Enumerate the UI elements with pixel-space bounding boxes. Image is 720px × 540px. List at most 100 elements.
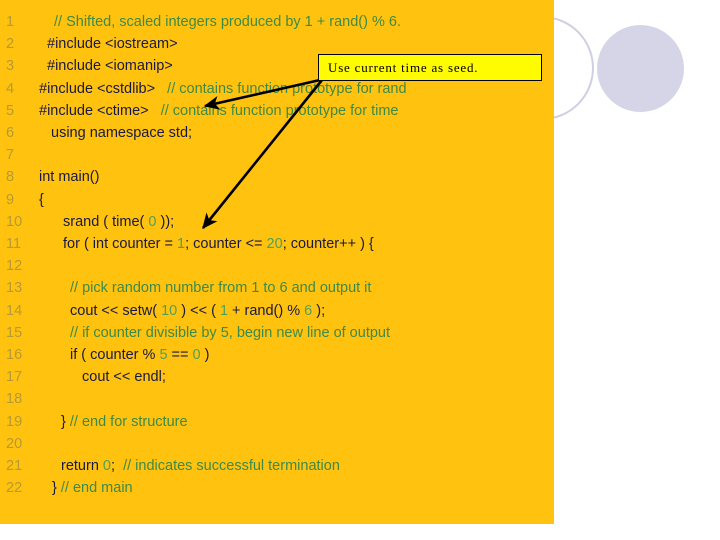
code-segment-code: ) <box>200 347 210 363</box>
code-line-text: // if counter divisible by 5, begin new … <box>70 322 390 344</box>
slide-canvas: 1 // Shifted, scaled integers produced by… <box>0 0 720 540</box>
line-number: 2 <box>6 36 15 53</box>
code-segment-cmt: // end for structure <box>69 413 188 430</box>
line-number: 5 <box>6 102 15 119</box>
code-line-text: for ( int counter = 1; counter <= 20; co… <box>63 233 374 255</box>
line-number: 15 <box>6 324 23 341</box>
code-segment-num: 1 <box>219 302 229 319</box>
code-line-text: cout << endl; <box>82 366 166 388</box>
line-number: 21 <box>6 458 23 474</box>
code-segment-code: { <box>39 191 44 208</box>
code-line: 5 #include <ctime> // contains function p… <box>0 100 554 122</box>
code-segment-cmt: // end main <box>60 480 133 497</box>
decorative-circle-filled <box>597 25 684 112</box>
code-segment-code: #include <cstdlib> <box>39 80 168 97</box>
code-segment-code: #include <ctime> <box>39 102 161 119</box>
code-segment-code: ; counter++ ) { <box>282 236 374 252</box>
code-segment-code: #include <iostream> <box>47 36 178 53</box>
code-line: 9{ <box>0 189 554 211</box>
code-line-text: #include <iostream> <box>47 33 178 55</box>
code-segment-num: 0 <box>148 213 157 230</box>
code-line: 2 #include <iostream> <box>0 33 554 55</box>
line-number: 14 <box>6 302 23 319</box>
code-segment-cmt: // contains function prototype for time <box>160 102 399 119</box>
code-segment-code: int main() <box>39 169 100 186</box>
line-number: 3 <box>6 58 15 75</box>
code-segment-code: cout << endl; <box>82 369 166 386</box>
code-segment-code: + rand() % <box>228 302 305 319</box>
code-line: 8 int main() <box>0 166 554 188</box>
line-number: 6 <box>6 125 15 141</box>
code-segment-num: 0 <box>102 458 111 474</box>
code-segment-num: 1 <box>177 236 186 252</box>
code-line: 21 return 0; // indicates successful term… <box>0 455 554 477</box>
code-line: 20 <box>0 433 554 455</box>
code-line: 19} // end for structure <box>0 411 554 433</box>
code-line: 6 using namespace std; <box>0 122 554 144</box>
line-number: 4 <box>6 80 15 97</box>
code-segment-code: )); <box>156 213 175 230</box>
line-number: 13 <box>6 280 23 297</box>
code-segment-code: return <box>61 458 103 474</box>
code-line-text: // Shifted, scaled integers produced by … <box>54 11 401 33</box>
code-line: 17 cout << endl; <box>0 366 554 388</box>
code-line-text: #include <iomanip> <box>47 55 173 77</box>
line-number: 12 <box>6 258 23 275</box>
code-segment-code: if ( counter % <box>70 347 160 363</box>
line-number: 22 <box>6 480 23 497</box>
callout-box[interactable]: Use current time as seed. <box>318 54 542 81</box>
code-segment-cmt: // contains function prototype for rand <box>167 80 407 97</box>
line-number: 20 <box>6 435 23 452</box>
code-segment-code: } <box>52 480 61 497</box>
code-line: 15 // if counter divisible by 5, begin ne… <box>0 322 554 344</box>
code-line: 18 <box>0 388 554 410</box>
code-segment-num: 10 <box>161 302 178 319</box>
code-segment-code: ) << ( <box>177 302 220 319</box>
line-number: 7 <box>6 147 15 164</box>
line-number: 11 <box>6 236 22 252</box>
code-line-text: #include <ctime> // contains function pr… <box>39 100 398 122</box>
code-segment-cmt: // pick random number from 1 to 6 and ou… <box>70 280 372 297</box>
line-number: 9 <box>6 191 15 208</box>
code-line: 1 // Shifted, scaled integers produced by… <box>0 11 554 33</box>
code-line-text: return 0; // indicates successful termin… <box>61 455 340 477</box>
code-line-text: using namespace std; <box>51 122 192 144</box>
line-number: 19 <box>6 413 23 430</box>
code-segment-code: srand ( time( <box>63 213 149 230</box>
code-line-text: { <box>39 189 44 211</box>
code-segment-num: 20 <box>266 236 283 252</box>
code-segment-code: } <box>61 413 70 430</box>
line-number: 1 <box>6 14 15 30</box>
callout-label: Use current time as seed. <box>328 59 479 75</box>
code-segment-code: == <box>167 347 193 363</box>
code-line-text: } // end for structure <box>61 411 188 433</box>
code-segment-code: ); <box>312 302 326 319</box>
code-line: 12 <box>0 255 554 277</box>
code-segment-code: #include <iomanip> <box>47 58 173 75</box>
code-segment-code: using namespace std; <box>51 125 193 141</box>
code-line: 11 for ( int counter = 1; counter <= 20; … <box>0 233 554 255</box>
code-segment-cmt: // if counter divisible by 5, begin new … <box>70 324 390 341</box>
code-line: 22} // end main <box>0 477 554 499</box>
code-segment-code: for ( int counter = <box>63 236 178 252</box>
code-line: 10 srand ( time( 0 )); <box>0 211 554 233</box>
code-line-text: } // end main <box>52 477 133 499</box>
line-number: 16 <box>6 347 23 363</box>
code-segment-code: ; counter <= <box>185 236 267 252</box>
code-line: 14 cout << setw( 10 ) << ( 1 + rand() % 6… <box>0 300 554 322</box>
code-segment-num: 5 <box>159 347 168 363</box>
code-line-text: int main() <box>39 166 99 188</box>
line-number: 18 <box>6 391 23 408</box>
code-line-text: if ( counter % 5 == 0 ) <box>70 344 209 366</box>
code-line-text: srand ( time( 0 )); <box>63 211 174 233</box>
line-number: 8 <box>6 169 15 186</box>
code-segment-cmt: // Shifted, scaled integers produced by … <box>54 14 401 30</box>
code-line: 7 <box>0 144 554 166</box>
line-number: 10 <box>6 213 23 230</box>
code-segment-cmt: // indicates successful termination <box>123 458 340 474</box>
code-segment-code: cout << setw( <box>70 302 162 319</box>
code-line: 13 // pick random number from 1 to 6 and … <box>0 277 554 299</box>
code-line: 16 if ( counter % 5 == 0 ) <box>0 344 554 366</box>
code-segment-code: ; <box>111 458 124 474</box>
code-line-text: cout << setw( 10 ) << ( 1 + rand() % 6 )… <box>70 300 325 322</box>
